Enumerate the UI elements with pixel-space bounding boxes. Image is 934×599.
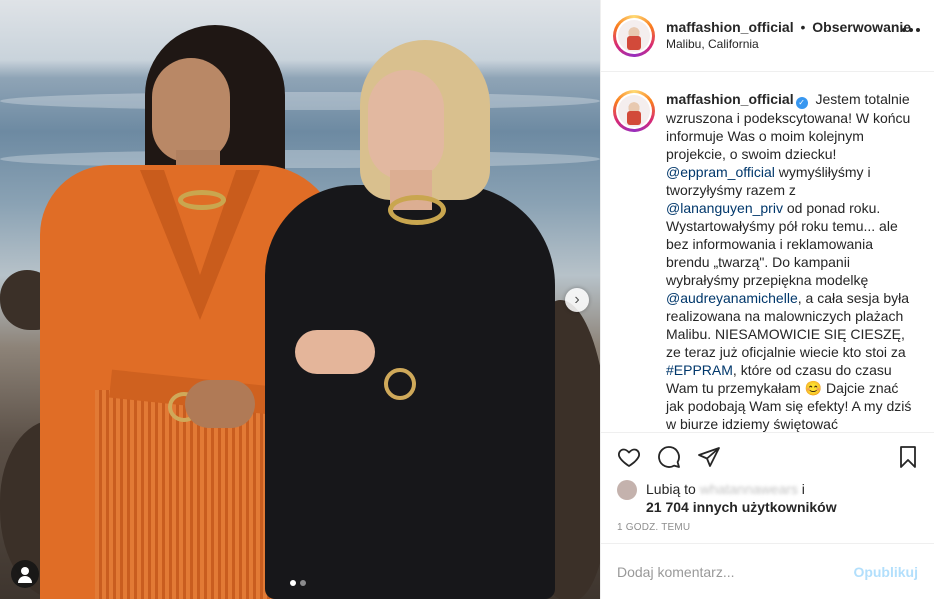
username-link[interactable]: maffashion_official	[666, 19, 794, 35]
likes-prefix: Lubią to	[646, 481, 696, 497]
model-right-face	[368, 70, 444, 180]
location-link[interactable]: Malibu, California	[666, 36, 911, 53]
comment-input[interactable]	[617, 563, 854, 580]
avatar[interactable]	[613, 90, 655, 132]
liker-username[interactable]: whatannawears	[700, 481, 798, 497]
comment-icon[interactable]	[657, 445, 681, 469]
gold-chain	[178, 190, 226, 210]
gold-chain	[388, 195, 446, 225]
likes-summary: Lubią to whatannawears i 21 704 innych uż…	[601, 480, 934, 516]
verified-badge-icon: ✓	[795, 97, 808, 109]
hand	[185, 380, 255, 428]
likes-conjunction: i	[801, 481, 805, 497]
wave	[0, 92, 600, 110]
avatar[interactable]	[613, 14, 655, 57]
post-side-panel: maffashion_official • Obserwowanie Malib…	[600, 0, 934, 599]
belt-buckle	[384, 368, 416, 400]
add-comment-bar: Opublikuj	[601, 543, 934, 599]
caption-area: maffashion_official ✓ Jestem totalnie wzr…	[601, 72, 934, 432]
carousel-dot-active	[290, 580, 296, 586]
user-tag-icon[interactable]	[11, 560, 39, 588]
post-header: maffashion_official • Obserwowanie Malib…	[601, 0, 934, 72]
following-button[interactable]: Obserwowanie	[812, 19, 911, 35]
post-timestamp[interactable]: 1 GODZ. TEMU	[601, 516, 934, 533]
caption-text: maffashion_official ✓ Jestem totalnie wzr…	[666, 90, 912, 432]
more-options-icon[interactable]	[902, 28, 920, 32]
caption-username-link[interactable]: maffashion_official	[666, 91, 794, 107]
heart-icon[interactable]	[617, 445, 641, 469]
hashtag-link[interactable]: #EPPRAM	[666, 362, 733, 378]
share-icon[interactable]	[697, 445, 721, 469]
likes-count-link[interactable]: 21 704 innych użytkowników	[646, 499, 837, 515]
post-photo[interactable]: ›	[0, 0, 600, 599]
action-bar	[601, 432, 934, 480]
liker-avatar[interactable]	[617, 480, 637, 500]
mention-link[interactable]: @audreyanamichelle	[666, 290, 798, 306]
mention-link[interactable]: @lananguyen_priv	[666, 200, 783, 216]
carousel-dot	[300, 580, 306, 586]
publish-button[interactable]: Opublikuj	[853, 564, 918, 580]
bookmark-icon[interactable]	[896, 445, 920, 469]
model-left-face	[152, 58, 230, 162]
avatar-image	[618, 19, 650, 52]
separator: •	[800, 18, 806, 35]
carousel-indicator	[290, 580, 306, 586]
wave	[0, 150, 600, 168]
chevron-right-icon[interactable]: ›	[565, 288, 589, 312]
hand	[295, 330, 375, 374]
mention-link[interactable]: @eppram_official	[666, 164, 775, 180]
avatar-image	[618, 95, 650, 127]
